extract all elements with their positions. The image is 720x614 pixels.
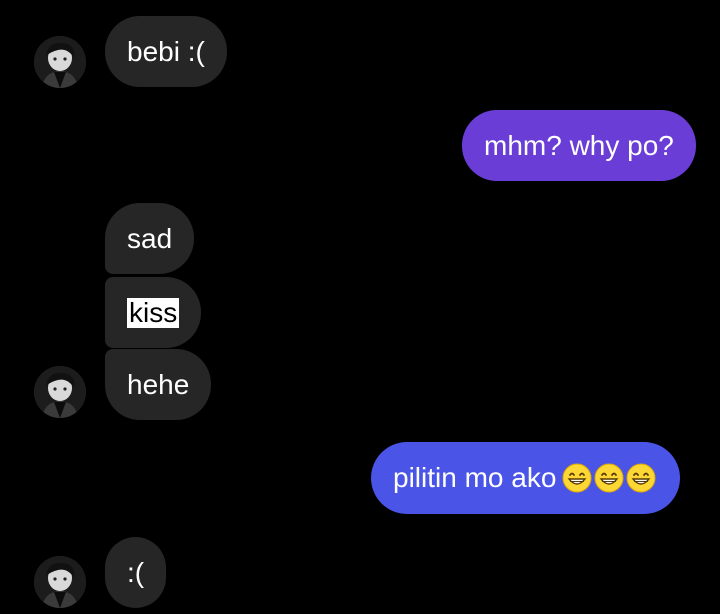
contact-avatar[interactable] (34, 36, 86, 88)
contact-avatar[interactable] (34, 556, 86, 608)
incoming-message-bubble[interactable]: :( (105, 537, 167, 608)
grinning-face-icon (594, 463, 624, 493)
highlighted-message-text: kiss (127, 296, 180, 328)
contact-photo-icon (34, 366, 86, 418)
message-text: mhm? why po? (484, 129, 674, 161)
contact-photo-icon (34, 556, 86, 608)
message-text: sad (127, 222, 173, 254)
grinning-face-icon (562, 463, 592, 493)
incoming-message-bubble[interactable]: sad (105, 203, 195, 274)
incoming-message-bubble[interactable]: bebi :( (105, 16, 227, 87)
contact-avatar[interactable] (34, 366, 86, 418)
incoming-message-bubble[interactable]: hehe (105, 349, 212, 420)
contact-photo-icon (34, 36, 86, 88)
message-text: bebi :( (127, 35, 205, 67)
message-text: :( (127, 556, 145, 588)
emoji-group (562, 463, 656, 493)
message-text: hehe (127, 368, 190, 400)
incoming-message-bubble[interactable]: kiss (105, 277, 202, 348)
outgoing-message-bubble[interactable]: pilitin mo ako (371, 442, 681, 514)
outgoing-message-bubble[interactable]: mhm? why po? (462, 110, 696, 181)
grinning-face-icon (626, 463, 656, 493)
message-text: pilitin mo ako (393, 462, 557, 493)
